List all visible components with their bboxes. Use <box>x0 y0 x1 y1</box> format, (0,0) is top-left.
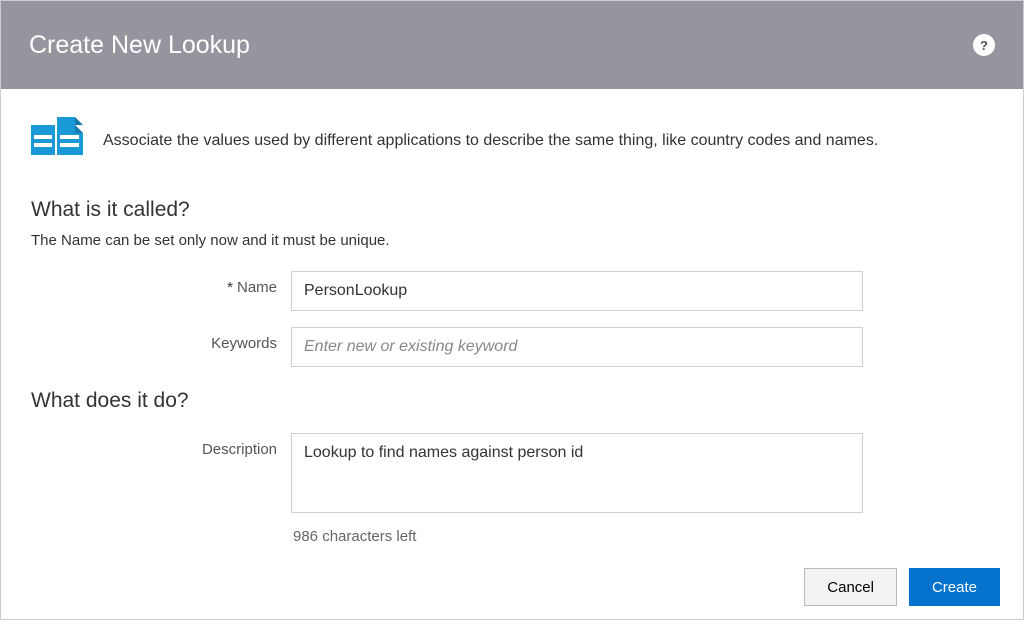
description-input[interactable] <box>291 433 863 513</box>
help-button[interactable]: ? <box>973 34 995 56</box>
cancel-button[interactable]: Cancel <box>804 568 897 606</box>
char-counter: 986 characters left <box>293 528 863 545</box>
intro-text: Associate the values used by different a… <box>103 132 878 150</box>
section-desc-heading: What does it do? <box>31 389 993 413</box>
name-input[interactable] <box>291 271 863 311</box>
keywords-input[interactable] <box>291 327 863 367</box>
dialog-header: Create New Lookup ? <box>1 1 1023 89</box>
dialog-footer: Cancel Create <box>804 568 1000 606</box>
keywords-row: Keywords <box>31 327 993 367</box>
section-name-subtext: The Name can be set only now and it must… <box>31 232 993 249</box>
create-button[interactable]: Create <box>909 568 1000 606</box>
dialog-body: Associate the values used by different a… <box>1 89 1023 545</box>
name-label-text: Name <box>237 279 277 296</box>
name-row: *Name <box>31 271 993 311</box>
required-mark: * <box>227 279 233 296</box>
keywords-label: Keywords <box>31 327 291 352</box>
name-label: *Name <box>31 271 291 296</box>
lookup-icon <box>31 117 83 164</box>
intro-row: Associate the values used by different a… <box>31 117 993 164</box>
dialog-title: Create New Lookup <box>29 31 250 60</box>
description-label: Description <box>31 433 291 458</box>
section-name-heading: What is it called? <box>31 198 993 222</box>
description-row: Description 986 characters left <box>31 433 993 545</box>
